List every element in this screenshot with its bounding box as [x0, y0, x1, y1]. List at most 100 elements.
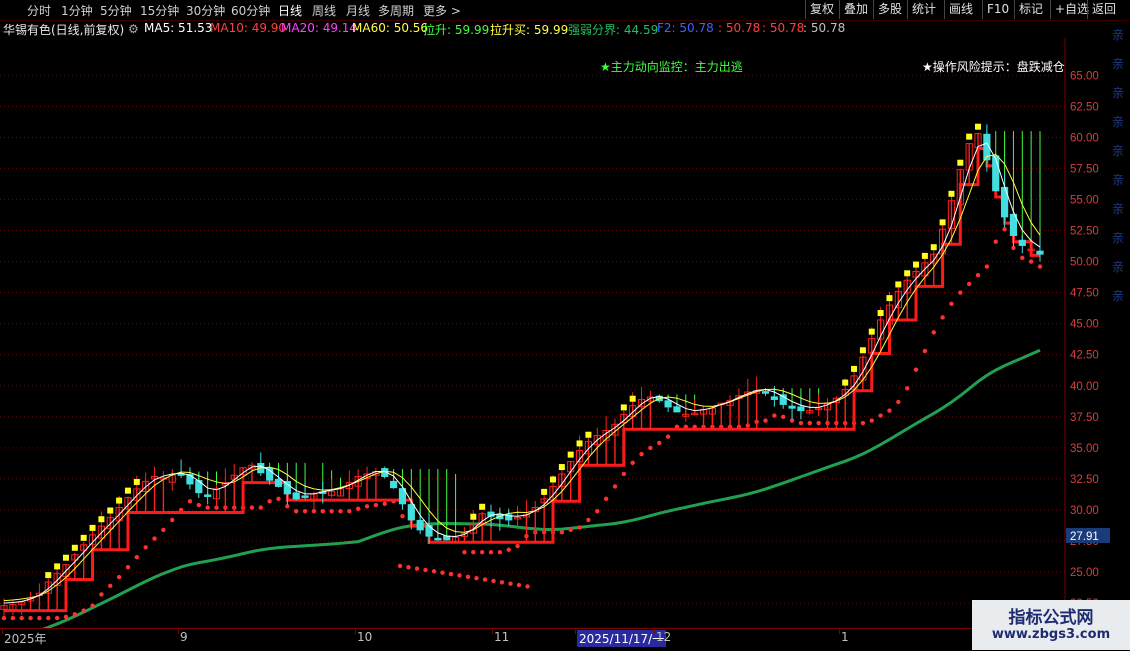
candle-body-76[interactable] [673, 406, 681, 413]
stop-dot-102 [904, 386, 910, 391]
buy-marker-66 [585, 431, 592, 438]
candle-body-49[interactable] [434, 537, 442, 541]
candle-body-89[interactable] [788, 405, 796, 409]
y-tick-label-11: 50.00 [1070, 257, 1099, 269]
toolbar-button-8[interactable]: 返回 [1087, 0, 1120, 19]
buy-marker-107 [948, 190, 955, 197]
candle-body-117[interactable] [1036, 250, 1044, 255]
period-tab-2[interactable]: 5分钟 [100, 2, 132, 19]
stop-dot-30 [267, 499, 272, 504]
stop-dot-low-4 [431, 569, 437, 574]
stop-dot-12 [108, 583, 113, 588]
buy-marker-63 [558, 464, 565, 471]
stop-dot-74 [657, 440, 662, 446]
right-side-panel: 亲亲亲亲亲亲亲亲亲亲 [1110, 20, 1130, 630]
y-tick-label-14: 57.50 [1070, 163, 1099, 175]
period-tab-8[interactable]: 月线 [346, 2, 370, 19]
right-strip-char-4: 亲 [1112, 144, 1125, 158]
right-strip-char-1: 亲 [1112, 57, 1125, 71]
stop-dot-73 [648, 445, 653, 451]
y-tick-label-17: 65.00 [1070, 70, 1099, 82]
period-tab-10[interactable]: 更多 > [423, 2, 461, 19]
period-tab-5[interactable]: 60分钟 [231, 2, 270, 19]
candle-body-75[interactable] [664, 400, 672, 408]
stop-dot-97 [860, 420, 866, 426]
indicator-value-5: 拉升买: 59.99 [490, 23, 569, 37]
watermark-url: www.zbgs3.com [991, 627, 1111, 642]
toolbar-button-2[interactable]: 多股 [873, 0, 906, 19]
stock-title: 华锡有色(日线,前复权) [3, 23, 125, 37]
x-tick-label-2: 10 [357, 630, 373, 644]
period-tab-6[interactable]: 日线 [278, 2, 302, 19]
stop-dot-34 [302, 509, 308, 514]
stop-dot-39 [347, 509, 352, 514]
x-tick-label-1: 9 [180, 630, 188, 644]
period-tab-7[interactable]: 周线 [312, 2, 336, 19]
right-strip-char-7: 亲 [1112, 231, 1125, 245]
candle-body-21[interactable] [186, 474, 194, 485]
indicator-value-7: F2: 50.78 [657, 21, 714, 35]
toolbar-button-6[interactable]: 标记 [1014, 0, 1047, 19]
candle-body-90[interactable] [797, 406, 805, 412]
stop-dot-99 [878, 413, 883, 418]
y-tick-label-6: 37.50 [1070, 412, 1099, 424]
indicator-info-bar: 华锡有色(日线,前复权) ⚙ MA5: 51.53 MA10: 49.90 MA20… [0, 21, 1064, 37]
x-tick-mark-1 [178, 629, 179, 634]
candle-body-87[interactable] [770, 396, 778, 400]
y-tick-label-13: 55.00 [1070, 194, 1099, 206]
stop-dot-75 [665, 434, 671, 439]
candle-body-23[interactable] [204, 494, 212, 497]
candle-body-115[interactable] [1018, 239, 1026, 246]
candle-body-44[interactable] [390, 480, 398, 489]
candle-body-46[interactable] [407, 504, 415, 521]
candle-body-47[interactable] [416, 519, 424, 531]
candle-body-33[interactable] [292, 492, 300, 500]
buy-marker-11 [98, 516, 105, 523]
period-tab-9[interactable]: 多周期 [378, 2, 414, 19]
watermark: 指标公式网 www.zbgs3.com [972, 600, 1130, 650]
period-tab-0[interactable]: 分时 [27, 2, 51, 19]
period-tab-1[interactable]: 1分钟 [61, 2, 93, 19]
stop-dot-33 [294, 509, 299, 514]
stop-dot-9 [81, 608, 86, 613]
toolbar-button-1[interactable]: 叠加 [839, 0, 872, 19]
buy-marker-97 [859, 347, 866, 354]
risk-annotation: ★操作风险提示：盘跌减仓 [922, 59, 1065, 74]
period-tab-4[interactable]: 30分钟 [186, 2, 225, 19]
stop-dot-22 [196, 502, 202, 508]
indicator-value-4: 拉升: 59.99 [423, 23, 490, 37]
buy-marker-64 [567, 451, 574, 458]
buy-marker-71 [629, 395, 636, 402]
candle-body-112[interactable] [992, 155, 1000, 192]
stop-dot-low-14 [516, 582, 522, 588]
buy-marker-103 [913, 261, 920, 268]
date-axis: 2025年 9 10 11 2025/11/17/一 12 1 [0, 628, 1065, 651]
period-tab-3[interactable]: 15分钟 [140, 2, 179, 19]
stop-dot-11 [99, 592, 104, 597]
buy-marker-95 [842, 379, 849, 386]
indicator-value-8: : 50.78 [718, 21, 761, 35]
candle-body-34[interactable] [301, 495, 309, 498]
stop-dot-100 [887, 408, 892, 413]
indicator-value-0: MA5: 51.53 [144, 21, 213, 35]
stop-dot-65 [577, 525, 582, 530]
x-tick-label-5: 12 [656, 630, 672, 644]
stop-dot-72 [639, 451, 644, 457]
y-tick-label-10: 47.50 [1070, 288, 1099, 300]
candle-body-114[interactable] [1009, 213, 1018, 236]
candle-body-86[interactable] [761, 391, 770, 394]
toolbar-button-4[interactable]: 画线 [944, 0, 977, 19]
buy-marker-7 [62, 554, 69, 561]
buy-marker-53 [470, 513, 477, 520]
candle-body-31[interactable] [274, 478, 283, 487]
settings-icon[interactable]: ⚙ [128, 22, 139, 36]
x-tick-label-0: 2025年 [4, 632, 47, 646]
x-tick-label-4: 2025/11/17/一 [577, 630, 667, 647]
toolbar-button-5[interactable]: F10 [982, 0, 1013, 19]
price-chart[interactable]: 22.5025.0027.5030.0032.5035.0037.5040.00… [0, 38, 1130, 628]
stop-dot-104 [922, 348, 928, 354]
toolbar-button-3[interactable]: 统计 [907, 0, 940, 19]
toolbar-button-0[interactable]: 复权 [805, 0, 838, 19]
buy-marker-8 [71, 544, 78, 551]
candle-body-32[interactable] [283, 481, 291, 495]
